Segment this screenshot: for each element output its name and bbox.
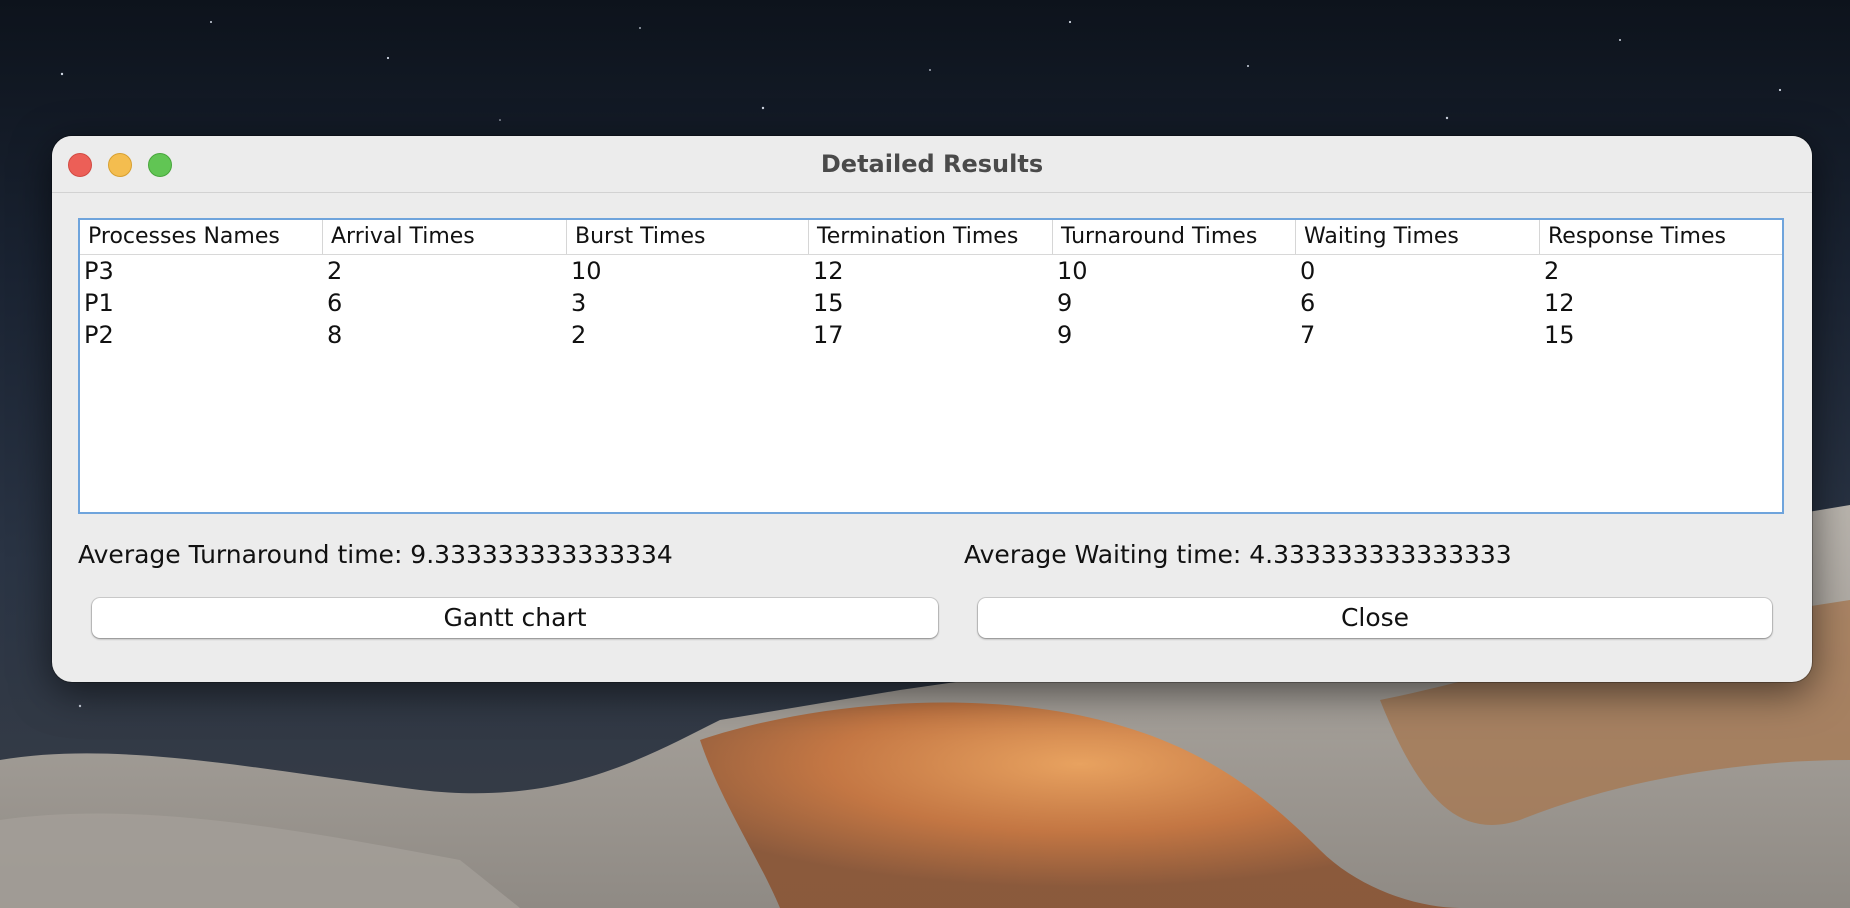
average-turnaround-label: Average Turnaround time: 9.3333333333333… [78, 540, 673, 569]
column-header-process-name[interactable]: Processes Names [80, 220, 323, 254]
table-cell: 15 [813, 289, 844, 317]
column-header-turnaround-time[interactable]: Turnaround Times [1053, 220, 1296, 254]
table-cell: 7 [1300, 321, 1316, 349]
table-cell: P1 [84, 289, 114, 317]
detailed-results-window: Detailed Results Processes Names Arrival… [52, 136, 1812, 682]
average-waiting-label: Average Waiting time: 4.333333333333333 [964, 540, 1512, 569]
table-cell: 3 [571, 289, 587, 317]
table-cell: 6 [1300, 289, 1316, 317]
close-button[interactable]: Close [978, 598, 1772, 638]
table-header: Processes Names Arrival Times Burst Time… [80, 220, 1782, 255]
table-row[interactable]: P2 8 2 17 9 7 15 [80, 319, 1782, 351]
window-title: Detailed Results [820, 150, 1044, 178]
results-table[interactable]: Processes Names Arrival Times Burst Time… [78, 218, 1784, 514]
gantt-chart-button[interactable]: Gantt chart [92, 598, 938, 638]
table-row[interactable]: P3 2 10 12 10 0 2 [80, 255, 1782, 287]
table-cell: 2 [1544, 257, 1560, 285]
table-cell: 10 [1057, 257, 1088, 285]
column-header-waiting-time[interactable]: Waiting Times [1296, 220, 1540, 254]
column-header-arrival-time[interactable]: Arrival Times [323, 220, 567, 254]
table-cell: 17 [813, 321, 844, 349]
table-cell: 9 [1057, 289, 1073, 317]
table-cell: 12 [813, 257, 844, 285]
table-row[interactable]: P1 6 3 15 9 6 12 [80, 287, 1782, 319]
table-cell: 10 [571, 257, 602, 285]
table-cell: 2 [327, 257, 343, 285]
table-cell: P3 [84, 257, 114, 285]
table-cell: 0 [1300, 257, 1316, 285]
table-cell: 12 [1544, 289, 1575, 317]
title-bar[interactable]: Detailed Results [52, 136, 1812, 193]
table-cell: P2 [84, 321, 114, 349]
table-cell: 6 [327, 289, 343, 317]
table-cell: 15 [1544, 321, 1575, 349]
column-header-response-time[interactable]: Response Times [1540, 220, 1782, 254]
table-cell: 9 [1057, 321, 1073, 349]
column-header-burst-time[interactable]: Burst Times [567, 220, 809, 254]
column-header-termination-time[interactable]: Termination Times [809, 220, 1053, 254]
table-cell: 2 [571, 321, 587, 349]
table-cell: 8 [327, 321, 343, 349]
